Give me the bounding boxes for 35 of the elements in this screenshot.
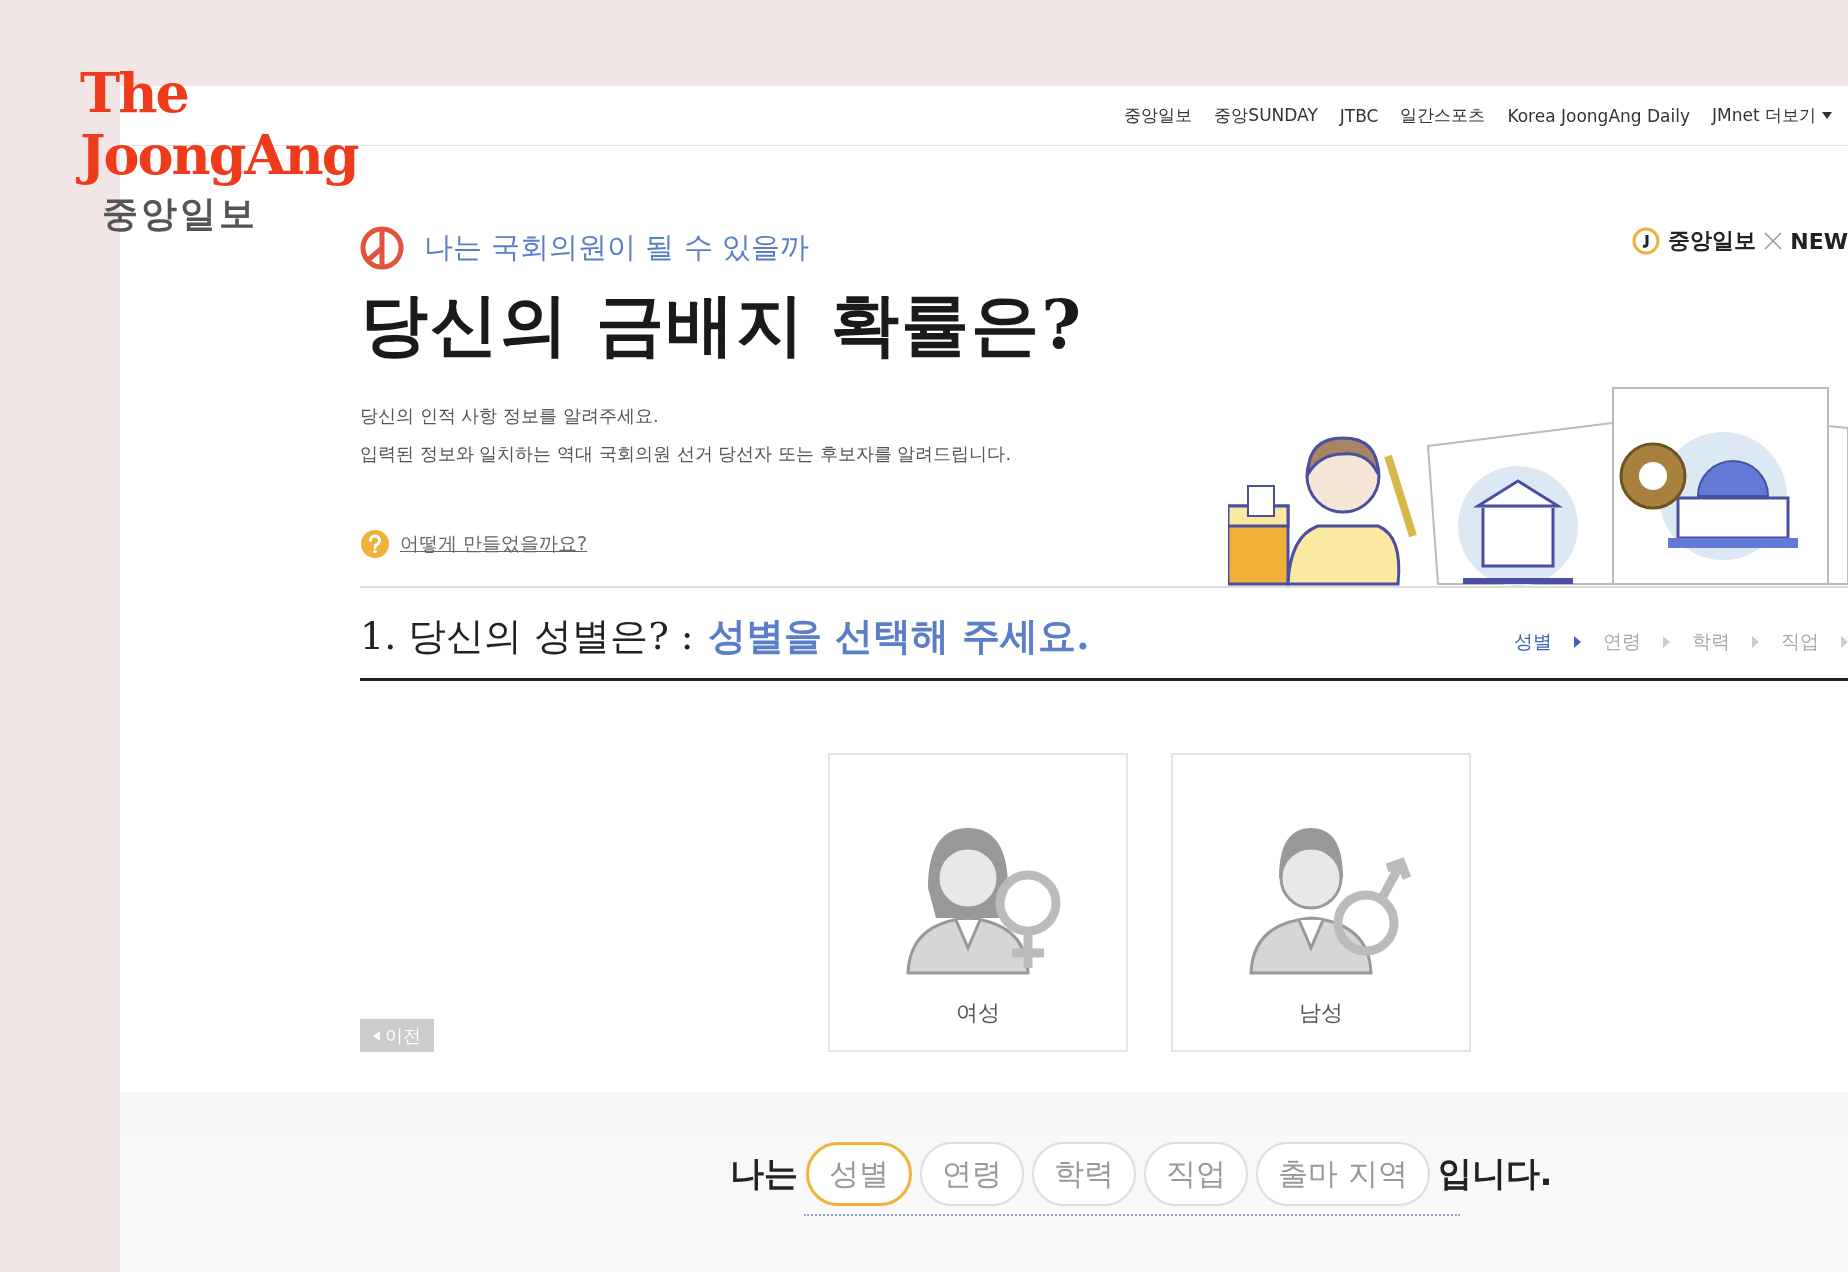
- nav-link[interactable]: 일간스포츠: [1400, 104, 1486, 127]
- nav-link[interactable]: Korea JoongAng Daily: [1507, 105, 1690, 126]
- help-icon: [360, 529, 390, 559]
- ballot-mark-icon: [360, 226, 404, 270]
- left-triangle-icon: [373, 1030, 380, 1041]
- step-arrow-icon: [1841, 636, 1848, 648]
- logo-text: The: [80, 62, 189, 124]
- step-arrow-icon: [1574, 636, 1581, 648]
- nav-link[interactable]: JMnet 더보기: [1712, 104, 1832, 127]
- nav-link[interactable]: 중앙일보: [1124, 104, 1193, 127]
- summary-text: 입니다.: [1437, 1152, 1553, 1195]
- gender-option-card[interactable]: 남성: [1171, 753, 1471, 1052]
- progress-step: 직업: [1781, 629, 1819, 655]
- page-title: 당신의 금배지 확률은?: [360, 283, 1085, 366]
- question-number: 1. 당신의 성별은? :: [360, 612, 694, 660]
- description-text: 당신의 인적 사항 정보를 알려주세요.: [360, 404, 660, 428]
- step-arrow-icon: [1663, 636, 1670, 648]
- nav-link[interactable]: JTBC: [1339, 105, 1379, 126]
- nav-link[interactable]: 중앙SUNDAY: [1214, 104, 1318, 127]
- partner-name: 중앙일보: [1668, 227, 1757, 255]
- progress-step: 성별: [1514, 629, 1552, 655]
- cross-icon: [1764, 232, 1783, 250]
- gender-option-card[interactable]: 여성: [828, 753, 1128, 1052]
- partner-name: NEW: [1790, 228, 1848, 254]
- description-text: 입력된 정보와 일치하는 역대 국회의원 선거 당선자 또는 후보자를 알려드립니다.: [360, 442, 1013, 466]
- logo-subtitle: 중앙일보: [102, 192, 259, 236]
- summary-text: 나는: [730, 1152, 798, 1195]
- progress-step: 연령: [1603, 629, 1641, 655]
- question-prompt: 성별을 선택해 주세요.: [707, 611, 1090, 660]
- help-link[interactable]: 어떻게 만들었을까요?: [400, 531, 588, 557]
- dropdown-caret-icon: [1822, 112, 1832, 119]
- j-logo-icon: [1632, 227, 1661, 255]
- step-arrow-icon: [1752, 636, 1759, 648]
- progress-step: 학력: [1692, 629, 1730, 655]
- page-kicker: 나는 국회의원이 될 수 있을까: [424, 229, 809, 266]
